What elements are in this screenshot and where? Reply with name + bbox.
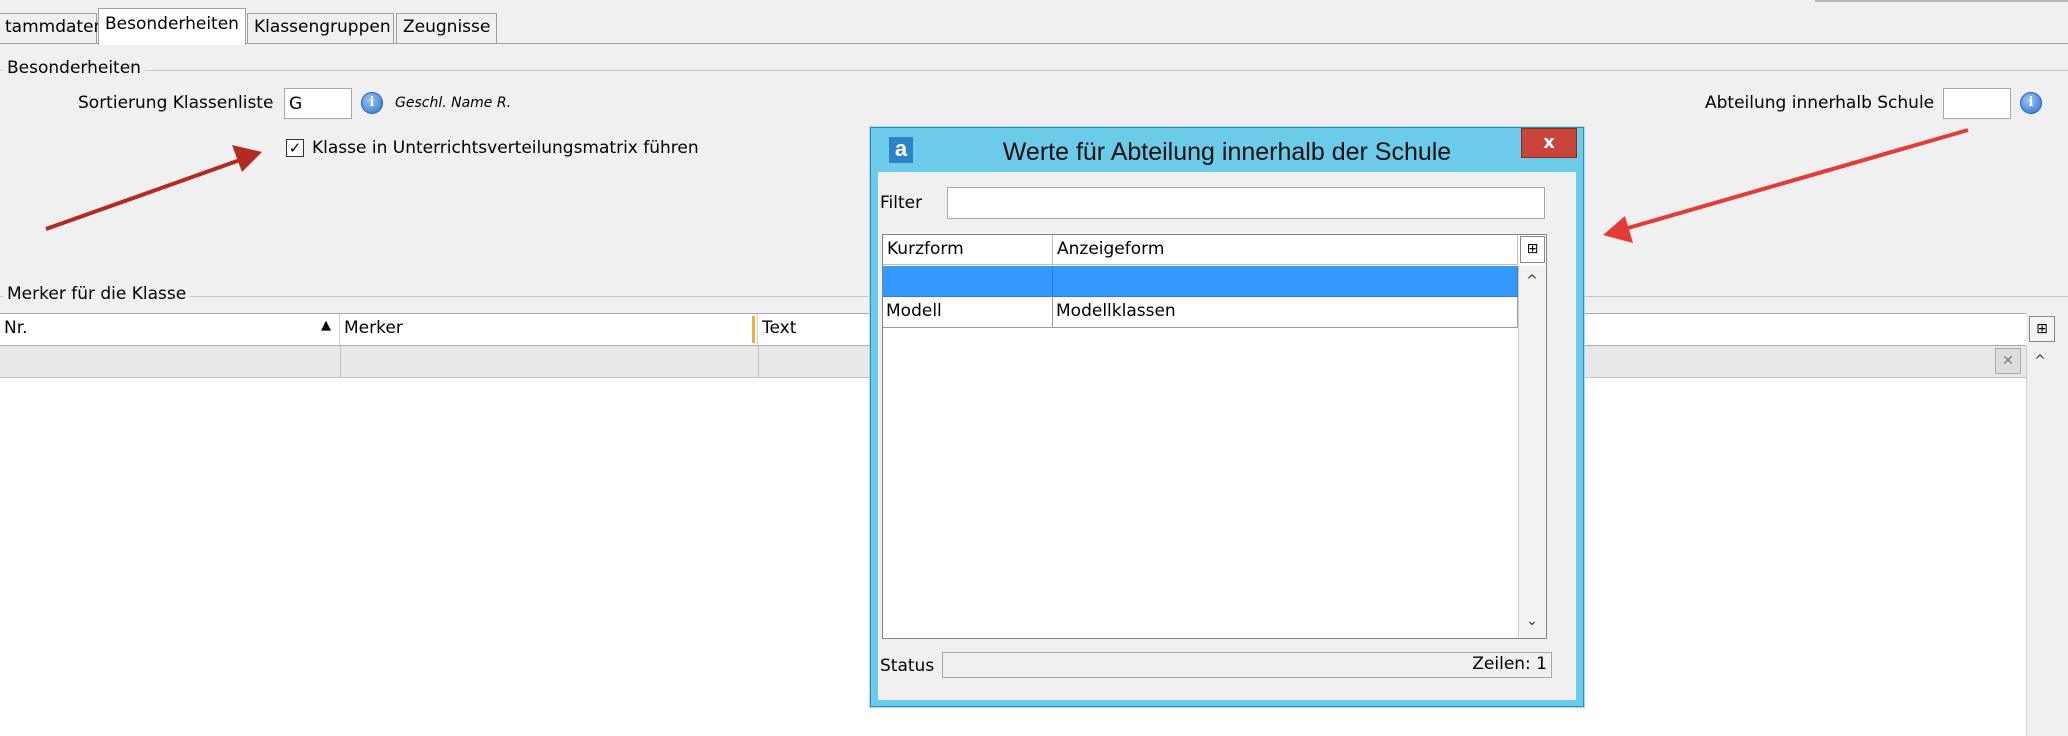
column-resize-handle[interactable] — [752, 316, 755, 343]
group-border — [0, 70, 2068, 71]
filter-label: Filter — [880, 193, 923, 213]
tab-label: tammdaten — [5, 17, 105, 37]
column-chooser-icon[interactable]: ⊞ — [2029, 316, 2055, 342]
sortierung-label: Sortierung Klassenliste — [78, 93, 274, 113]
chevron-up-icon[interactable]: ^ — [2029, 350, 2051, 372]
tab-bar: tammdaten Besonderheiten Klassengruppen … — [0, 0, 2068, 45]
dialog-titlebar[interactable]: a Werte für Abteilung innerhalb der Schu… — [871, 128, 1583, 172]
column-chooser-icon[interactable]: ⊞ — [1520, 236, 1545, 263]
cell-kurzform — [883, 266, 1053, 297]
column-header-anzeigeform[interactable]: Anzeigeform — [1053, 235, 1518, 265]
abteilung-label: Abteilung innerhalb Schule — [1705, 93, 1935, 113]
table-row-selected[interactable] — [883, 266, 1518, 297]
info-icon[interactable]: i — [2020, 92, 2042, 114]
arrow-right — [1603, 128, 1969, 243]
column-divider — [758, 346, 759, 378]
tab-klassengruppen[interactable]: Klassengruppen — [247, 13, 394, 43]
status-label: Status — [880, 656, 935, 676]
chevron-down-icon[interactable]: ⌄ — [1521, 610, 1543, 632]
info-icon[interactable]: i — [361, 92, 383, 114]
dialog-body: Filter Kurzform Anzeigeform ⊞ Modell Mod… — [878, 172, 1576, 700]
cell-kurzform: Modell — [883, 297, 1053, 328]
group-title-merker: Merker für die Klasse — [3, 284, 191, 304]
sortierung-hint: Geschl. Name R. — [395, 95, 512, 111]
chevron-up-icon[interactable]: ^ — [1521, 270, 1543, 292]
triangle-up-icon: ▲ — [321, 318, 331, 333]
column-label: Nr. — [4, 318, 28, 338]
tab-divider — [0, 43, 2068, 44]
tab-label: Klassengruppen — [254, 17, 391, 37]
close-button[interactable]: x — [1521, 128, 1577, 158]
sortierung-input[interactable] — [284, 88, 352, 119]
dialog-title: Werte für Abteilung innerhalb der Schule — [1002, 138, 1452, 166]
column-header-kurzform[interactable]: Kurzform — [883, 235, 1053, 265]
tab-stammdaten[interactable]: tammdaten — [0, 13, 104, 43]
status-bar: Zeilen: 1 — [942, 652, 1552, 678]
lookup-dialog: a Werte für Abteilung innerhalb der Schu… — [870, 127, 1584, 707]
abteilung-input[interactable] — [1943, 88, 2011, 119]
column-label: Merker — [344, 318, 403, 338]
arrow-left — [45, 145, 262, 231]
group-title-besonderheiten: Besonderheiten — [3, 58, 145, 78]
filter-input[interactable] — [947, 187, 1545, 219]
row-count: Zeilen: 1 — [1472, 654, 1547, 674]
cell-anzeigeform — [1053, 266, 1518, 297]
matrix-checkbox-label: Klasse in Unterrichtsverteilungsmatrix f… — [312, 138, 699, 158]
tab-besonderheiten[interactable]: Besonderheiten — [98, 8, 246, 45]
tab-label: Besonderheiten — [105, 14, 239, 34]
column-divider — [340, 346, 341, 378]
dialog-vertical-scrollbar[interactable]: ^ ⌄ — [1518, 266, 1546, 638]
column-header-merker[interactable]: Merker — [340, 314, 758, 345]
merker-vertical-scrollbar[interactable]: ^ — [2026, 346, 2056, 736]
column-header-nr[interactable]: Nr. ▲ — [0, 314, 340, 345]
column-label: Anzeigeform — [1057, 239, 1165, 259]
table-row[interactable]: Modell Modellklassen — [883, 297, 1518, 328]
clear-filter-icon[interactable]: ✕ — [1995, 348, 2021, 374]
column-label: Text — [762, 318, 797, 338]
matrix-checkbox[interactable]: ✓ — [286, 139, 304, 157]
column-label: Kurzform — [887, 239, 964, 259]
tab-label: Zeugnisse — [403, 17, 491, 37]
tab-zeugnisse[interactable]: Zeugnisse — [396, 13, 497, 43]
dialog-grid: Kurzform Anzeigeform ⊞ Modell Modellklas… — [882, 234, 1547, 639]
cell-anzeigeform: Modellklassen — [1053, 297, 1518, 328]
